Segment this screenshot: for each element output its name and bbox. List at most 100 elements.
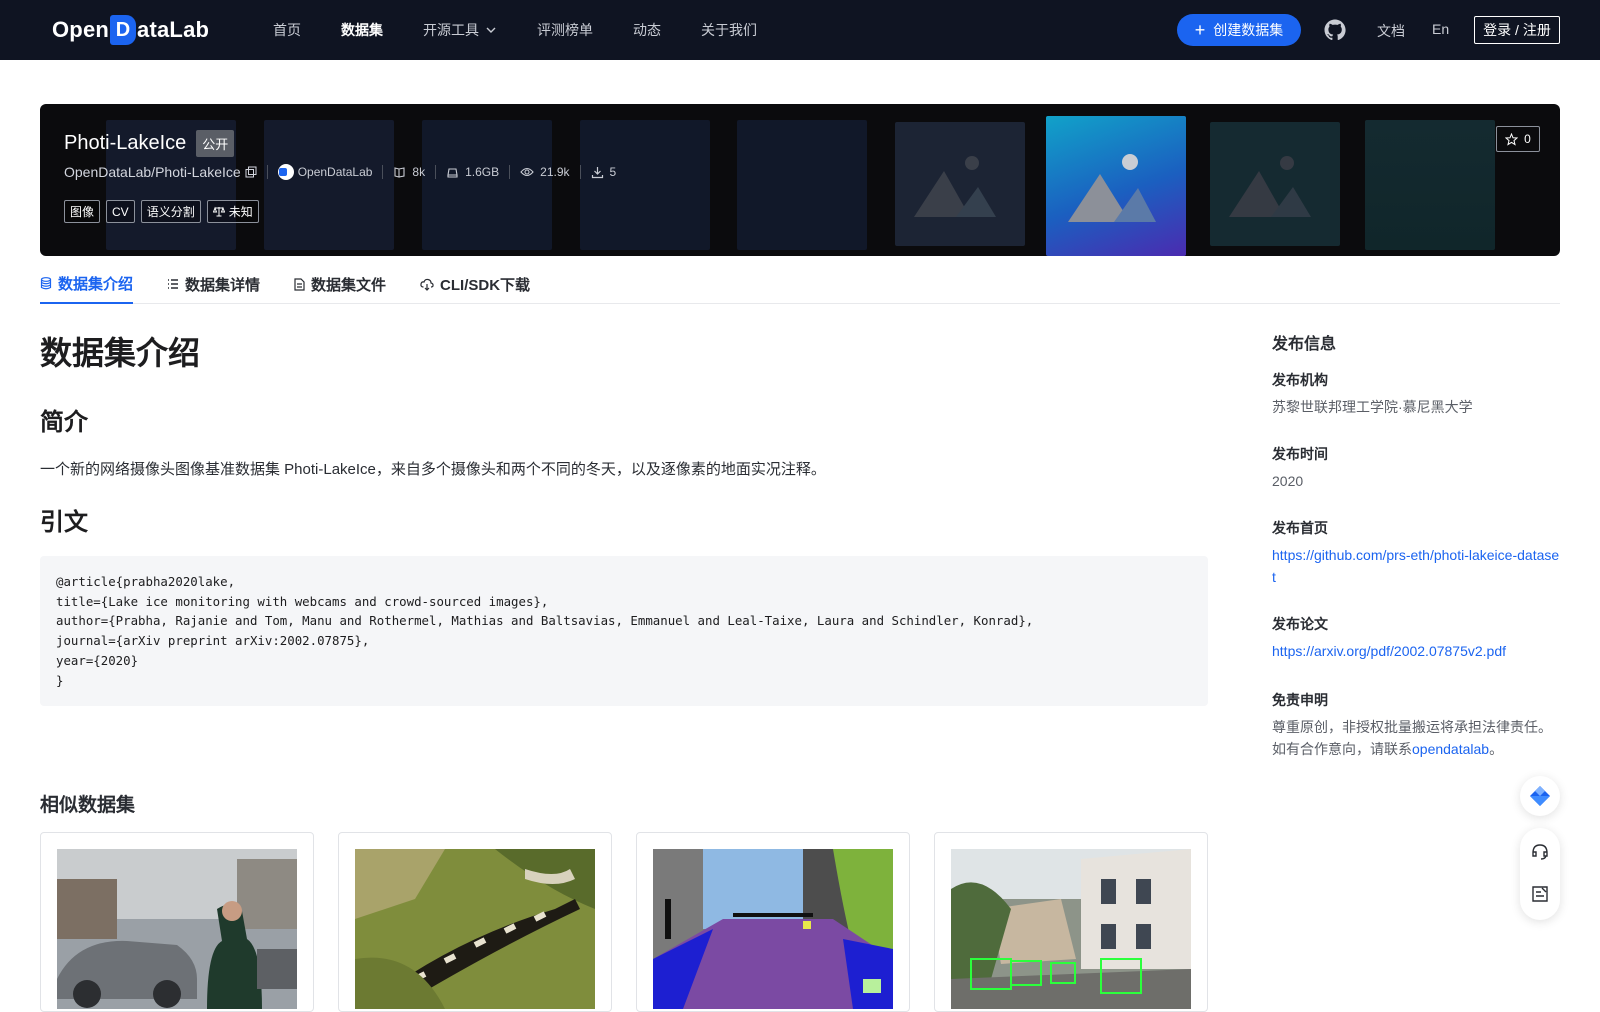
tag-image[interactable]: 图像 bbox=[64, 200, 101, 223]
publisher-label: 发布机构 bbox=[1272, 372, 1328, 388]
top-navbar: Open DataLab 首页 数据集 开源工具 评测榜单 动态 关于我们 + 创… bbox=[0, 0, 1600, 60]
logo-text-open: Open bbox=[52, 17, 110, 42]
banner-tile bbox=[264, 120, 394, 250]
license-value: 未知 bbox=[228, 205, 253, 219]
dataset-thumbnail bbox=[355, 849, 595, 1009]
feedback-icon[interactable] bbox=[1530, 884, 1550, 904]
nav-about[interactable]: 关于我们 bbox=[701, 20, 757, 40]
logo-text-atalab: ataLab bbox=[137, 17, 210, 42]
tab-cli-sdk[interactable]: CLI/SDK下载 bbox=[420, 264, 530, 304]
database-icon bbox=[40, 276, 52, 289]
list-icon bbox=[168, 279, 179, 289]
nav-docs[interactable]: 文档 bbox=[1377, 21, 1405, 41]
download-icon bbox=[591, 166, 603, 178]
create-dataset-label: 创建数据集 bbox=[1213, 22, 1284, 38]
disclaimer-line-2: 如有合作意向，请联系opendatalab。 bbox=[1272, 738, 1503, 760]
intro-heading: 简介 bbox=[40, 409, 88, 436]
view-count-value: 21.9k bbox=[540, 165, 570, 179]
similar-dataset-card[interactable] bbox=[934, 832, 1208, 1012]
tag-cv[interactable]: CV bbox=[106, 200, 135, 223]
disclaimer-contact-text: 如有合作意向，请联系 bbox=[1272, 741, 1412, 757]
headset-icon[interactable] bbox=[1530, 842, 1550, 862]
copy-icon[interactable] bbox=[245, 166, 257, 178]
file-count: 8k bbox=[393, 165, 425, 179]
disclaimer-label: 免责申明 bbox=[1272, 692, 1328, 708]
publish-time-value: 2020 bbox=[1272, 473, 1304, 489]
star-count: 0 bbox=[1524, 132, 1531, 146]
opendatalab-logo[interactable]: Open DataLab bbox=[52, 14, 209, 46]
banner-tile bbox=[580, 120, 710, 250]
tag-semantic-segmentation[interactable]: 语义分割 bbox=[140, 200, 201, 223]
star-button[interactable]: 0 bbox=[1496, 126, 1540, 152]
similar-datasets-heading: 相似数据集 bbox=[40, 795, 136, 816]
nav-leaderboard[interactable]: 评测榜单 bbox=[537, 20, 593, 40]
github-icon[interactable] bbox=[1323, 18, 1347, 42]
nav-home[interactable]: 首页 bbox=[273, 20, 301, 40]
similar-dataset-card[interactable] bbox=[40, 832, 314, 1012]
tab-intro-label: 数据集介绍 bbox=[58, 275, 134, 293]
visibility-badge: 公开 bbox=[196, 130, 235, 157]
page-title: 数据集介绍 bbox=[40, 335, 201, 371]
dataset-title: Photi-LakeIce bbox=[64, 132, 187, 154]
nav-news[interactable]: 动态 bbox=[633, 20, 661, 40]
plus-icon: + bbox=[1194, 20, 1206, 40]
tab-files-label: 数据集文件 bbox=[311, 276, 387, 294]
login-register-button[interactable]: 登录 / 注册 bbox=[1474, 16, 1560, 44]
image-placeholder-icon bbox=[1068, 154, 1156, 222]
paper-link[interactable]: https://arxiv.org/pdf/2002.07875v2.pdf bbox=[1272, 640, 1506, 662]
tab-details-label: 数据集详情 bbox=[185, 276, 261, 294]
banner-tile bbox=[422, 120, 552, 250]
publisher-value: 苏黎世联邦理工学院·慕尼黑大学 bbox=[1272, 399, 1473, 415]
citation-code-block: @article{prabha2020lake, title={Lake ice… bbox=[40, 556, 1208, 706]
publish-info-title: 发布信息 bbox=[1272, 336, 1337, 353]
image-placeholder-icon bbox=[1229, 156, 1311, 217]
banner-tile bbox=[1365, 120, 1495, 250]
divider bbox=[579, 165, 581, 179]
scale-icon bbox=[212, 206, 225, 217]
divider bbox=[266, 165, 268, 179]
license-tag[interactable]: 未知 bbox=[206, 200, 259, 223]
files-icon bbox=[394, 166, 405, 178]
view-count: 21.9k bbox=[520, 165, 570, 179]
paper-label: 发布论文 bbox=[1272, 616, 1328, 632]
logo-d-mark: D bbox=[110, 15, 137, 45]
nav-open-tools-label: 开源工具 bbox=[423, 22, 479, 38]
tag-list: 图像 CV 语义分割 未知 bbox=[64, 200, 265, 223]
nav-open-tools[interactable]: 开源工具 bbox=[423, 20, 497, 40]
star-icon bbox=[1505, 132, 1519, 146]
dataset-title-row: Photi-LakeIce 公开 bbox=[64, 130, 235, 157]
floating-assistant-button[interactable] bbox=[1520, 776, 1560, 816]
dataset-thumbnail bbox=[57, 849, 297, 1009]
tab-details[interactable]: 数据集详情 bbox=[167, 264, 260, 304]
homepage-label: 发布首页 bbox=[1272, 520, 1328, 536]
create-dataset-button[interactable]: + 创建数据集 bbox=[1177, 14, 1301, 46]
dataset-banner: Photi-LakeIce 公开 OpenDataLab/Photi-LakeI… bbox=[40, 104, 1560, 256]
repo-path: OpenDataLab/Photi-LakeIce bbox=[64, 164, 241, 180]
homepage-link[interactable]: https://github.com/prs-eth/photi-lakeice… bbox=[1272, 544, 1562, 588]
tab-files[interactable]: 数据集文件 bbox=[294, 264, 386, 304]
similar-dataset-card[interactable] bbox=[338, 832, 612, 1012]
publish-time-label: 发布时间 bbox=[1272, 446, 1328, 462]
divider bbox=[435, 165, 437, 179]
banner-tile bbox=[737, 120, 867, 250]
banner-tile-placeholder bbox=[1210, 122, 1340, 246]
similar-dataset-card[interactable] bbox=[636, 832, 910, 1012]
dataset-meta-row: OpenDataLab/Photi-LakeIce OpenDataLab 8k… bbox=[64, 164, 616, 180]
org-link[interactable]: OpenDataLab bbox=[277, 164, 372, 180]
tab-intro[interactable]: 数据集介绍 bbox=[40, 264, 134, 304]
banner-tile-featured bbox=[1046, 116, 1186, 256]
chevron-down-icon bbox=[486, 27, 496, 33]
opendatalab-contact-link[interactable]: opendatalab bbox=[1412, 741, 1489, 757]
language-switch[interactable]: En bbox=[1432, 21, 1449, 37]
divider bbox=[382, 165, 384, 179]
dataset-thumbnail bbox=[951, 849, 1191, 1009]
org-logo-icon bbox=[277, 164, 294, 180]
file-count-value: 8k bbox=[412, 165, 426, 179]
dataset-thumbnail bbox=[653, 849, 893, 1009]
image-placeholder-icon bbox=[914, 156, 996, 217]
nav-datasets[interactable]: 数据集 bbox=[341, 20, 383, 40]
dataset-size: 1.6GB bbox=[446, 165, 499, 179]
dataset-size-value: 1.6GB bbox=[465, 165, 500, 179]
publish-info-sidebar: 发布信息 发布机构 苏黎世联邦理工学院·慕尼黑大学 发布时间 2020 发布首页… bbox=[1272, 330, 1562, 757]
cloud-download-icon bbox=[420, 278, 434, 291]
